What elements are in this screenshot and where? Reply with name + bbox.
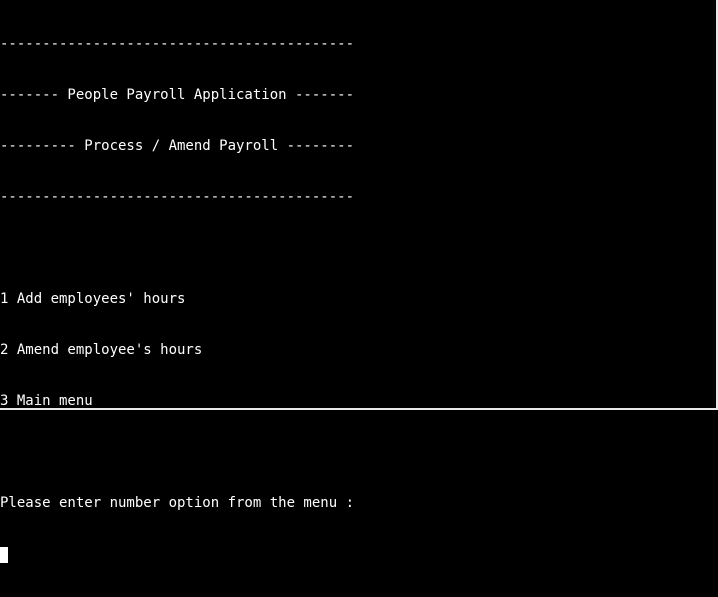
header-rule-top: ----------------------------------------… xyxy=(0,36,355,52)
input-prompt: Please enter number option from the menu… xyxy=(0,495,363,511)
header-rule-bottom: ----------------------------------------… xyxy=(0,189,355,205)
menu-item-main-menu: 3 Main menu xyxy=(0,393,93,409)
app-title: ------- People Payroll Application -----… xyxy=(0,87,355,103)
command-input[interactable] xyxy=(0,546,362,563)
section-title: --------- Process / Amend Payroll ------… xyxy=(0,138,355,154)
menu-item-add-hours: 1 Add employees' hours xyxy=(0,291,186,307)
terminal-window[interactable]: ----------------------------------------… xyxy=(0,0,718,563)
terminal-screen: ----------------------------------------… xyxy=(0,2,362,597)
text-cursor xyxy=(0,547,8,563)
menu-item-amend-hours: 2 Amend employee's hours xyxy=(0,342,203,358)
